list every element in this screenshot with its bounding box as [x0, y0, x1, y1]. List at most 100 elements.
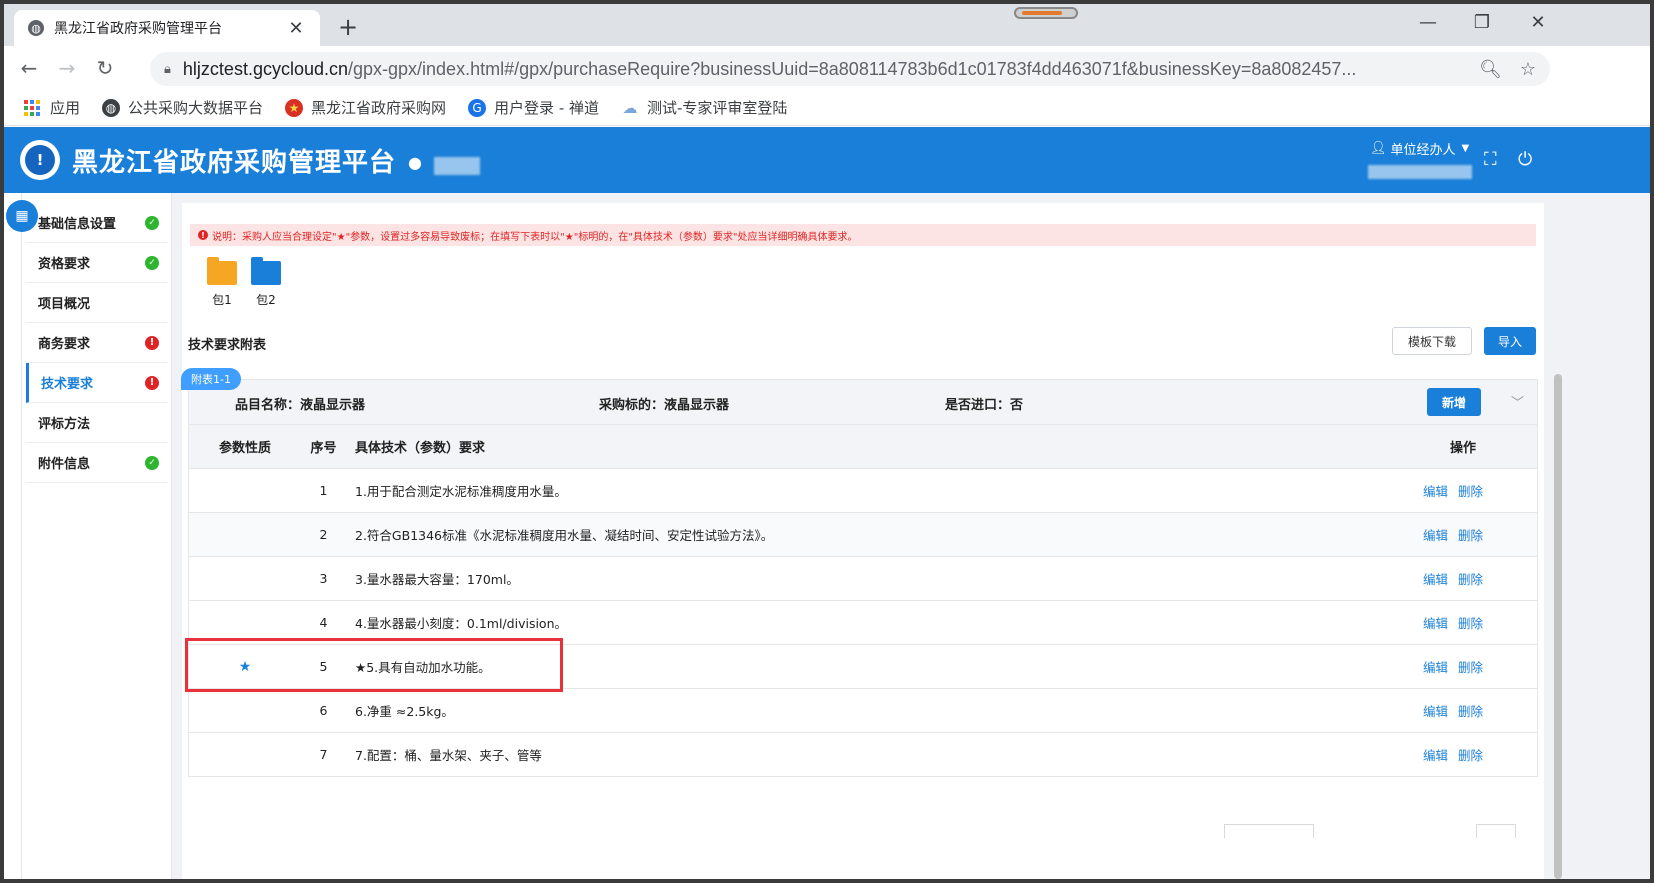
delete-link[interactable]: 删除: [1458, 748, 1483, 763]
check-icon: ✓: [145, 255, 159, 270]
delete-link[interactable]: 删除: [1458, 572, 1483, 587]
sidebar-item-business[interactable]: 商务要求 !: [26, 323, 167, 363]
chevron-down-icon: ▼: [1461, 143, 1470, 154]
restore-icon[interactable]: ❐: [1462, 12, 1502, 33]
main-content: ! 说明：采购人应当合理设定"★"参数，设置过多容易导致废标；在填写下表时以"★…: [172, 193, 1650, 879]
lock-icon: 🔒︎: [164, 61, 171, 77]
error-icon: !: [145, 335, 159, 350]
pagination-jump[interactable]: [1476, 824, 1516, 838]
delete-link[interactable]: 删除: [1458, 660, 1483, 675]
table-info-row: 品目名称：液晶显示器 采购标的：液晶显示器 是否进口：否 新增 ﹀: [189, 380, 1537, 424]
table-row: 1 1.用于配合测定水泥标准稠度用水量。 编辑 删除: [189, 468, 1537, 512]
purchase-target: 采购标的：液晶显示器: [599, 398, 730, 413]
location-icon[interactable]: ●: [408, 153, 422, 172]
sidebar-item-technical[interactable]: 技术要求 !: [26, 363, 167, 403]
add-button[interactable]: 新增: [1427, 388, 1481, 416]
annotation-highlight-box: [185, 638, 563, 692]
bookmark-procurement-site[interactable]: ★ 黑龙江省政府采购网: [285, 97, 446, 118]
tab-title: 黑龙江省政府采购管理平台: [54, 21, 222, 37]
delete-link[interactable]: 删除: [1458, 484, 1483, 499]
sidebar-item-evaluation[interactable]: 评标方法: [26, 403, 167, 443]
url-input[interactable]: 🔒︎ hljzctest.gcycloud.cn/gpx-gpx/index.h…: [150, 52, 1550, 86]
zoom-icon[interactable]: 🔍︎: [1479, 59, 1502, 80]
import-button[interactable]: 导入: [1484, 327, 1536, 355]
sidebar-gutter: [4, 193, 22, 879]
user-name-blurred: [1368, 165, 1472, 179]
bookmarks-bar: 应用 ◍ 公共采购大数据平台 ★ 黑龙江省政府采购网 G 用户登录 - 禅道 ☁…: [4, 90, 1650, 126]
globe-icon: ◍: [102, 98, 121, 117]
app-title: 黑龙江省政府采购管理平台: [72, 148, 397, 178]
table-row: 3 3.量水器最大容量：170ml。 编辑 删除: [189, 556, 1537, 600]
apps-grid-icon: [24, 99, 40, 116]
shield-logo-icon: !: [20, 140, 60, 180]
delete-link[interactable]: 删除: [1458, 616, 1483, 631]
close-tab-icon[interactable]: ✕: [286, 18, 306, 39]
page-scrollbar[interactable]: [1554, 374, 1562, 879]
sidebar: 基础信息设置 ✓ 资格要求 ✓ 项目概况 商务要求 ! 技术要求 ! 评标方法 …: [22, 193, 172, 879]
browser-tab[interactable]: ◍ 黑龙江省政府采购管理平台 ✕: [14, 10, 320, 46]
cloud-icon: ☁: [622, 98, 638, 117]
folder-icon: [251, 257, 281, 285]
edit-link[interactable]: 编辑: [1423, 660, 1448, 675]
table-row: 2 2.符合GB1346标准《水泥标准稠度用水量、凝结时间、安定性试验方法》。 …: [189, 512, 1537, 556]
reload-icon[interactable]: ↻: [86, 56, 124, 80]
url-text: hljzctest.gcycloud.cn/gpx-gpx/index.html…: [182, 58, 1357, 79]
forward-icon[interactable]: →: [48, 56, 86, 80]
package-2[interactable]: 包2: [248, 257, 284, 308]
check-icon: ✓: [145, 455, 159, 470]
delete-link[interactable]: 删除: [1458, 704, 1483, 719]
edit-link[interactable]: 编辑: [1423, 704, 1448, 719]
section-title: 技术要求附表: [188, 338, 267, 353]
sidebar-toggle-icon[interactable]: ▦: [6, 200, 38, 232]
warning-icon: !: [198, 230, 208, 240]
open-folder-icon: [207, 257, 237, 285]
bookmark-big-data[interactable]: ◍ 公共采购大数据平台: [102, 97, 263, 118]
user-menu[interactable]: 👤︎ 单位经办人 ▼: [1370, 139, 1469, 158]
notice-banner: ! 说明：采购人应当合理设定"★"参数，设置过多容易导致废标；在填写下表时以"★…: [190, 224, 1536, 246]
pagination-size-select[interactable]: [1224, 824, 1314, 838]
template-download-button[interactable]: 模板下载: [1392, 327, 1472, 355]
content-panel: ! 说明：采购人应当合理设定"★"参数，设置过多容易导致废标；在填写下表时以"★…: [181, 203, 1544, 879]
table-header: 参数性质 序号 具体技术（参数）要求 操作: [189, 424, 1537, 468]
emblem-icon: ★: [285, 98, 304, 117]
new-tab-button[interactable]: +: [334, 13, 362, 41]
tab-strip: ◍ 黑龙江省政府采购管理平台 ✕ + — ❐ ✕: [4, 4, 1650, 46]
delete-link[interactable]: 删除: [1458, 528, 1483, 543]
item-name: 品目名称：液晶显示器: [235, 398, 366, 413]
user-icon: 👤︎: [1370, 141, 1387, 156]
region-name-blurred[interactable]: [434, 157, 480, 175]
back-icon[interactable]: ←: [10, 56, 48, 80]
power-icon[interactable]: ⏻: [1518, 149, 1532, 170]
edit-link[interactable]: 编辑: [1423, 484, 1448, 499]
zentao-icon: G: [468, 98, 487, 117]
address-bar: ← → ↻ 🔒︎ hljzctest.gcycloud.cn/gpx-gpx/i…: [4, 46, 1650, 124]
app-header: ! 黑龙江省政府采购管理平台 ● 👤︎ 单位经办人 ▼ ⛶ ⏻: [4, 127, 1650, 193]
collapse-chevron-icon[interactable]: ﹀: [1511, 392, 1524, 411]
package-1[interactable]: 包1: [204, 257, 240, 308]
bookmark-zentao[interactable]: G 用户登录 - 禅道: [468, 97, 599, 118]
bookmark-star-icon[interactable]: ☆: [1520, 59, 1536, 80]
browser-window: ◍ 黑龙江省政府采购管理平台 ✕ + — ❐ ✕ ← → ↻ 🔒︎ hljzct…: [4, 4, 1650, 879]
is-import: 是否进口：否: [945, 398, 1024, 413]
edit-link[interactable]: 编辑: [1423, 748, 1448, 763]
sidebar-item-overview[interactable]: 项目概况: [26, 283, 167, 323]
tech-requirements-table: 附表1-1 品目名称：液晶显示器 采购标的：液晶显示器 是否进口：否 新增 ﹀ …: [181, 368, 1538, 777]
edit-link[interactable]: 编辑: [1423, 528, 1448, 543]
close-window-icon[interactable]: ✕: [1518, 12, 1558, 33]
sidebar-item-basic-info[interactable]: 基础信息设置 ✓: [26, 203, 167, 243]
table-row: 6 6.净重 ≈2.5kg。 编辑 删除: [189, 688, 1537, 732]
globe-icon: ◍: [28, 20, 44, 36]
fullscreen-icon[interactable]: ⛶: [1484, 149, 1497, 170]
sidebar-item-qualification[interactable]: 资格要求 ✓: [26, 243, 167, 283]
edit-link[interactable]: 编辑: [1423, 616, 1448, 631]
bookmark-apps[interactable]: 应用: [24, 97, 80, 118]
table-row: 7 7.配置：桶、量水架、夹子、管等 编辑 删除: [189, 732, 1537, 776]
minimize-icon[interactable]: —: [1408, 12, 1448, 33]
sidebar-item-attachments[interactable]: 附件信息 ✓: [26, 443, 167, 483]
table-tag: 附表1-1: [181, 368, 241, 390]
check-icon: ✓: [145, 215, 159, 230]
error-icon: !: [145, 375, 159, 390]
window-drag-handle[interactable]: [1014, 7, 1078, 19]
bookmark-expert-room[interactable]: ☁ 测试-专家评审室登陆: [621, 97, 788, 118]
edit-link[interactable]: 编辑: [1423, 572, 1448, 587]
